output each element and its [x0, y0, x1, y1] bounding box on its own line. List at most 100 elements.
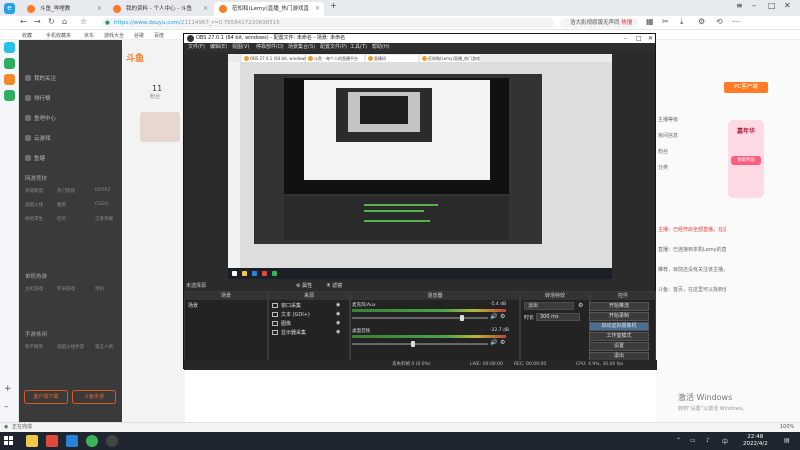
- eye-icon[interactable]: ◉: [336, 329, 340, 335]
- tray-expand-icon[interactable]: ⌃: [676, 437, 681, 444]
- gear-icon[interactable]: ⚙: [500, 339, 505, 346]
- ime-icon[interactable]: 中: [722, 437, 728, 446]
- category-link[interactable]: 吃鸡: [57, 216, 66, 222]
- gear-icon[interactable]: ⚙: [578, 302, 583, 309]
- taskbar-clock[interactable]: 22:48 2022/4/2: [743, 434, 768, 448]
- file-explorer-icon[interactable]: [26, 435, 38, 447]
- add-icon[interactable]: +: [4, 384, 15, 395]
- taskbar-app-icon[interactable]: [66, 435, 78, 447]
- zoom-level[interactable]: 100%: [780, 423, 794, 432]
- category-link[interactable]: 怀旧游戏: [57, 286, 75, 292]
- start-recording-button[interactable]: 开始录制: [589, 312, 649, 321]
- filters-button[interactable]: ⚗ 滤镜: [326, 282, 342, 289]
- pc-client-button[interactable]: PC客户端: [724, 82, 768, 93]
- menu-tools[interactable]: 工具(T): [350, 43, 367, 52]
- bookmark-item[interactable]: 手机收藏夹: [46, 32, 71, 39]
- category-link[interactable]: 绝地求生: [25, 216, 43, 222]
- minimize-icon[interactable]: –: [752, 1, 756, 10]
- gear-icon[interactable]: ⚙: [500, 313, 505, 320]
- menu-edit[interactable]: 编辑(E): [210, 43, 227, 52]
- source-item[interactable]: 窗口采集 ◉: [272, 302, 340, 309]
- speaker-icon[interactable]: 🔊: [490, 339, 497, 346]
- source-item[interactable]: 显示器采集 ◉: [272, 329, 340, 336]
- sidebar-item-cloudgame[interactable]: 云游戏: [25, 134, 51, 142]
- mobile-game-button[interactable]: 斗鱼手游: [72, 390, 116, 404]
- category-link[interactable]: 主机游戏: [25, 286, 43, 292]
- browser-tab[interactable]: 斗鱼_哔哩教 ×: [22, 2, 106, 16]
- desktop-volume-slider[interactable]: [352, 341, 488, 347]
- sidebar-app-icon[interactable]: [4, 58, 15, 69]
- hot-search-badge[interactable]: 热搜: [621, 20, 632, 26]
- back-icon[interactable]: ←: [20, 17, 27, 26]
- notification-icon[interactable]: ▤: [784, 437, 790, 444]
- bookmark-item[interactable]: 百度: [154, 32, 164, 39]
- mic-slider-handle[interactable]: [460, 315, 465, 321]
- category-link[interactable]: 穿越火线手游: [57, 344, 84, 350]
- sidebar-app-icon[interactable]: [4, 42, 15, 53]
- eye-icon[interactable]: ◉: [336, 311, 340, 317]
- menu-docks[interactable]: 停靠部件(D): [256, 43, 284, 52]
- category-link[interactable]: 单机: [95, 286, 104, 292]
- category-link[interactable]: 和平精英: [25, 344, 43, 350]
- sidebar-item-rank[interactable]: 排行榜: [25, 94, 51, 102]
- menu-file[interactable]: 文件(F): [188, 43, 205, 52]
- speaker-icon[interactable]: 🔊: [490, 313, 497, 320]
- category-link[interactable]: 魔兽: [57, 202, 66, 208]
- bookmark-item[interactable]: 收藏: [22, 32, 32, 39]
- promo-button[interactable]: 领取奖励: [731, 156, 761, 165]
- close-window-icon[interactable]: ✕: [784, 1, 791, 10]
- category-link[interactable]: CSGO: [95, 202, 108, 207]
- maximize-icon[interactable]: □: [768, 1, 776, 10]
- douyu-logo[interactable]: 斗鱼: [126, 51, 144, 64]
- scene-item[interactable]: 场景: [188, 302, 198, 309]
- menu-view[interactable]: 视图(V): [232, 43, 249, 52]
- bookmark-item[interactable]: 谷歌: [134, 32, 144, 39]
- volume-icon[interactable]: ♪: [706, 437, 710, 444]
- home-icon[interactable]: ⌂: [62, 17, 67, 26]
- download-icon[interactable]: ⤓: [680, 17, 684, 27]
- network-icon[interactable]: ▭: [690, 437, 696, 444]
- studio-mode-button[interactable]: 工作室模式: [589, 332, 649, 341]
- properties-button[interactable]: ⚙ 属性: [296, 282, 312, 289]
- sidebar-item-fishbar[interactable]: 鱼吧中心: [25, 114, 56, 122]
- bookmark-item[interactable]: 京东: [84, 32, 94, 39]
- start-streaming-button[interactable]: 开始推流: [589, 302, 649, 311]
- settings-button[interactable]: 设置: [589, 342, 649, 351]
- extension-icon[interactable]: ⚙: [698, 17, 705, 26]
- close-icon[interactable]: ×: [315, 2, 320, 16]
- search-input[interactable]: 浩大影视原版无声同 热搜: [560, 18, 638, 28]
- close-icon[interactable]: ×: [97, 2, 102, 16]
- eye-icon[interactable]: ◉: [336, 302, 340, 308]
- mic-volume-slider[interactable]: [352, 315, 488, 321]
- promo-banner[interactable]: 嘉年华 领取奖励: [728, 120, 764, 198]
- category-link[interactable]: 英雄联盟: [25, 188, 43, 194]
- more-icon[interactable]: ⋯: [732, 17, 740, 26]
- close-icon[interactable]: ✕: [648, 34, 653, 43]
- minimize-icon[interactable]: –: [624, 34, 627, 43]
- menu-icon[interactable]: ≡: [736, 1, 743, 10]
- browser-taskbar-icon[interactable]: [86, 435, 98, 447]
- url-input[interactable]: ● https://www.douyu.com/21114967_r=0.765…: [102, 18, 554, 28]
- screenshot-icon[interactable]: ✂: [662, 17, 669, 26]
- category-link[interactable]: 穿越火线: [25, 202, 43, 208]
- browser-tab[interactable]: 我的资料 - 个人中心 - 斗鱼 ×: [108, 2, 212, 16]
- anchor-avatar[interactable]: [140, 112, 180, 142]
- sidebar-item-follow[interactable]: 我的关注: [25, 74, 56, 82]
- apps-icon[interactable]: ▦: [646, 17, 654, 26]
- menu-profile[interactable]: 配置文件(P): [320, 43, 347, 52]
- transition-select[interactable]: 淡出: [524, 302, 574, 310]
- history-icon[interactable]: ⟲: [716, 17, 723, 26]
- start-virtual-camera-button[interactable]: 启动虚拟摄像机: [589, 322, 649, 331]
- browser-tab-active[interactable]: 莅知和(Lemy)直播_热门游戏直 ×: [214, 2, 324, 16]
- maximize-icon[interactable]: □: [636, 34, 642, 43]
- eye-icon[interactable]: ◉: [336, 320, 340, 326]
- source-item[interactable]: 图像 ◉: [272, 320, 340, 327]
- sidebar-item-pond[interactable]: 鱼塘: [25, 154, 45, 162]
- category-link[interactable]: 第五人格: [95, 344, 113, 350]
- category-link[interactable]: 王者荣耀: [95, 216, 113, 222]
- sidebar-app-icon[interactable]: [4, 74, 15, 85]
- menu-help[interactable]: 帮助(H): [372, 43, 390, 52]
- client-download-button[interactable]: 客户端下载: [24, 390, 68, 404]
- star-icon[interactable]: ☆: [80, 17, 87, 26]
- desktop-slider-handle[interactable]: [411, 341, 416, 347]
